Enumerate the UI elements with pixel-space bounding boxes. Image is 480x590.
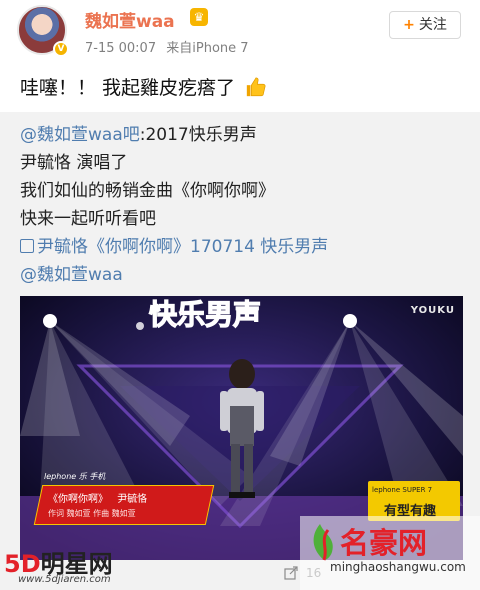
post-time[interactable]: 7-15 00:07	[85, 41, 156, 56]
watermark-5d-url: www.5djiaren.com	[18, 574, 111, 585]
watermark-minghao: 名豪网 minghaoshangwu.com	[300, 516, 480, 590]
repost-line-2: 尹毓恪 演唱了	[20, 153, 128, 173]
repost-line-3: 我们如仙的畅销金曲《你啊你啊》	[20, 181, 275, 201]
repost-author-mention[interactable]: @魏如萱waa吧	[20, 125, 140, 145]
repost-line-1-text: :2017快乐男声	[139, 125, 257, 145]
repost-line-4: 快来一起听听看吧	[20, 209, 156, 229]
caption-song: 《你啊你啊》	[48, 494, 108, 505]
watermark-5d: 5D明星网 www.5djiaren.com	[0, 541, 200, 590]
show-logo: 快乐男声	[149, 298, 261, 331]
status-text: 哇噻！！ 我起雞皮疙瘩了	[20, 73, 267, 100]
plus-icon: +	[403, 17, 415, 33]
mention-link[interactable]: @魏如萱waa	[20, 260, 123, 285]
post-header: V 魏如萱waa ♛ 7-15 00:07 来自iPhone 7 + 关注	[0, 0, 480, 62]
video-link[interactable]: 尹毓恪《你啊你啊》170714 快乐男声	[20, 232, 328, 257]
repost-line-1: @魏如萱waa吧:2017快乐男声	[20, 120, 257, 145]
verified-badge-icon: V	[53, 41, 69, 57]
thumbs-up-icon	[246, 77, 266, 97]
youku-logo: YOUKU	[410, 305, 455, 316]
username[interactable]: 魏如萱waa	[85, 7, 175, 32]
repost-icon[interactable]	[284, 566, 298, 580]
watermark-minghao-title: 名豪网	[340, 526, 428, 560]
video-icon	[20, 239, 34, 253]
leaf-logo-icon	[313, 524, 333, 561]
crown-icon: ♛	[190, 8, 208, 26]
follow-label: 关注	[418, 17, 447, 33]
caption-title: 《你啊你啊》 尹毓恪	[48, 490, 147, 505]
status-text-content: 哇噻！！ 我起雞皮疙瘩了	[20, 77, 236, 99]
post-source: 来自iPhone 7	[166, 41, 249, 56]
caption-singer: 尹毓恪	[117, 494, 148, 505]
video-link-text: 尹毓恪《你啊你啊》170714 快乐男声	[37, 237, 329, 257]
sponsor-top: lephone SUPER 7	[372, 486, 433, 494]
mention-text: @魏如萱waa	[20, 265, 123, 285]
caption-credits: 作词 魏如萱 作曲 魏如萱	[48, 509, 136, 518]
follow-button[interactable]: + 关注	[389, 11, 461, 39]
watermark-minghao-url: minghaoshangwu.com	[330, 560, 466, 574]
caption-brand: lephone 乐 手机	[44, 472, 106, 481]
post-meta: 7-15 00:07 来自iPhone 7	[85, 37, 249, 56]
